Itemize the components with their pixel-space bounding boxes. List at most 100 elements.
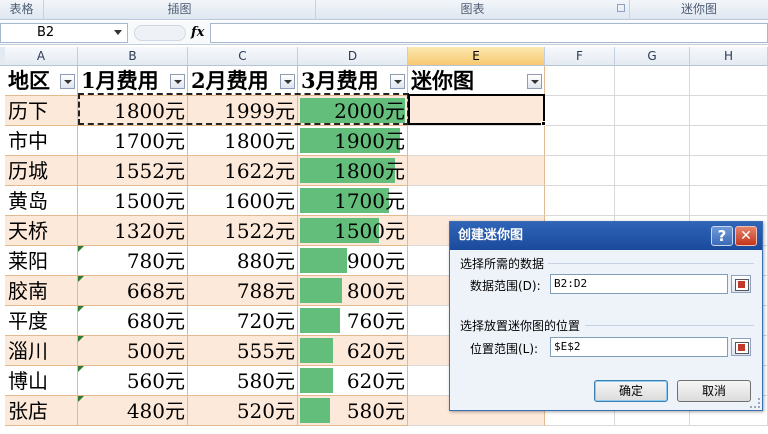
empty-cell[interactable]: [545, 156, 615, 186]
table-header-region[interactable]: 地区: [5, 66, 78, 96]
value-cell-jan[interactable]: 1320元: [78, 216, 188, 246]
empty-cell[interactable]: [690, 126, 768, 156]
column-header-B[interactable]: B: [78, 47, 188, 66]
empty-cell[interactable]: [690, 66, 768, 96]
value-cell-mar[interactable]: 800元: [298, 276, 408, 306]
region-cell[interactable]: 莱阳: [5, 246, 78, 276]
table-header-jan[interactable]: 1月费用: [78, 66, 188, 96]
empty-cell[interactable]: [690, 156, 768, 186]
value-cell-jan[interactable]: 780元: [78, 246, 188, 276]
insert-function-icon[interactable]: fx: [191, 23, 209, 43]
fill-handle[interactable]: [541, 121, 546, 126]
ok-button[interactable]: 确定: [594, 380, 668, 402]
region-cell[interactable]: 市中: [5, 126, 78, 156]
value-cell-mar[interactable]: 620元: [298, 336, 408, 366]
region-cell[interactable]: 平度: [5, 306, 78, 336]
value-cell-mar[interactable]: 1500元: [298, 216, 408, 246]
value-cell-feb[interactable]: 520元: [188, 396, 298, 426]
active-cell-E2[interactable]: [408, 94, 545, 125]
value-cell-mar[interactable]: 1700元: [298, 186, 408, 216]
value-cell-mar[interactable]: 760元: [298, 306, 408, 336]
name-box-dropdown-icon[interactable]: [114, 30, 122, 35]
filter-dropdown-icon[interactable]: [170, 74, 185, 89]
value-cell-feb[interactable]: 1522元: [188, 216, 298, 246]
cancel-button[interactable]: 取消: [677, 380, 751, 402]
column-header-E[interactable]: E: [408, 47, 545, 66]
region-cell[interactable]: 淄川: [5, 336, 78, 366]
empty-cell[interactable]: [545, 186, 615, 216]
empty-cell[interactable]: [615, 156, 690, 186]
value-cell-mar[interactable]: 1800元: [298, 156, 408, 186]
empty-cell[interactable]: [615, 126, 690, 156]
column-header-H[interactable]: H: [690, 47, 768, 66]
filter-dropdown-icon[interactable]: [527, 74, 542, 89]
value-cell-mar[interactable]: 900元: [298, 246, 408, 276]
empty-cell[interactable]: [545, 66, 615, 96]
dialog-launcher-icon[interactable]: [617, 4, 625, 12]
filter-dropdown-icon[interactable]: [280, 74, 295, 89]
cell-value: 680元: [126, 309, 185, 333]
formula-input[interactable]: [210, 23, 768, 43]
filter-dropdown-icon[interactable]: [60, 74, 75, 89]
value-cell-feb[interactable]: 1800元: [188, 126, 298, 156]
value-cell-feb[interactable]: 720元: [188, 306, 298, 336]
region-cell[interactable]: 天桥: [5, 216, 78, 246]
region-cell[interactable]: 历城: [5, 156, 78, 186]
sparkline-cell[interactable]: [408, 126, 545, 156]
empty-cell[interactable]: [690, 96, 768, 126]
column-header-C[interactable]: C: [188, 47, 298, 66]
empty-cell[interactable]: [545, 96, 615, 126]
column-header-D[interactable]: D: [298, 47, 408, 66]
location-range-input[interactable]: $E$2: [550, 337, 728, 357]
region-cell[interactable]: 历下: [5, 96, 78, 126]
empty-cell[interactable]: [690, 186, 768, 216]
table-header-feb[interactable]: 2月费用: [188, 66, 298, 96]
filter-dropdown-icon[interactable]: [390, 74, 405, 89]
value-cell-feb[interactable]: 788元: [188, 276, 298, 306]
value-cell-jan[interactable]: 1700元: [78, 126, 188, 156]
value-cell-jan[interactable]: 1500元: [78, 186, 188, 216]
value-cell-feb[interactable]: 1622元: [188, 156, 298, 186]
table-header-mar[interactable]: 3月费用: [298, 66, 408, 96]
divider: [548, 263, 754, 264]
column-header-A[interactable]: A: [5, 47, 78, 66]
formula-bar-splitter[interactable]: [134, 25, 186, 41]
error-indicator-icon: [78, 246, 84, 252]
table-header-sparkline[interactable]: 迷你图: [408, 66, 545, 96]
value-cell-feb[interactable]: 580元: [188, 366, 298, 396]
value-cell-feb[interactable]: 880元: [188, 246, 298, 276]
value-cell-jan[interactable]: 480元: [78, 396, 188, 426]
region-cell[interactable]: 黄岛: [5, 186, 78, 216]
region-cell[interactable]: 胶南: [5, 276, 78, 306]
value-cell-mar[interactable]: 580元: [298, 396, 408, 426]
sparkline-cell[interactable]: [408, 186, 545, 216]
empty-cell[interactable]: [545, 126, 615, 156]
region-cell[interactable]: 张店: [5, 396, 78, 426]
empty-cell[interactable]: [615, 66, 690, 96]
empty-cell[interactable]: [615, 186, 690, 216]
value-cell-feb[interactable]: 555元: [188, 336, 298, 366]
value-cell-jan[interactable]: 560元: [78, 366, 188, 396]
value-cell-feb[interactable]: 1600元: [188, 186, 298, 216]
close-button[interactable]: ✕: [735, 226, 757, 246]
collapse-dialog-icon[interactable]: [731, 338, 751, 356]
resize-grip-icon[interactable]: [750, 398, 760, 408]
data-range-input[interactable]: B2:D2: [550, 274, 728, 294]
value-cell-jan[interactable]: 668元: [78, 276, 188, 306]
value-cell-jan[interactable]: 1552元: [78, 156, 188, 186]
collapse-dialog-icon[interactable]: [731, 275, 751, 293]
cell-value: 1700元: [114, 129, 185, 153]
help-button[interactable]: ?: [711, 226, 733, 246]
column-header-F[interactable]: F: [545, 47, 615, 66]
value-cell-mar[interactable]: 1900元: [298, 126, 408, 156]
location-range-label: 位置范围(L):: [470, 342, 539, 356]
region-cell[interactable]: 博山: [5, 366, 78, 396]
sparkline-cell[interactable]: [408, 156, 545, 186]
section-heading-location: 选择放置迷你图的位置: [460, 319, 581, 333]
name-box[interactable]: B2: [0, 23, 128, 43]
value-cell-mar[interactable]: 620元: [298, 366, 408, 396]
column-header-G[interactable]: G: [615, 47, 690, 66]
empty-cell[interactable]: [615, 96, 690, 126]
value-cell-jan[interactable]: 680元: [78, 306, 188, 336]
value-cell-jan[interactable]: 500元: [78, 336, 188, 366]
